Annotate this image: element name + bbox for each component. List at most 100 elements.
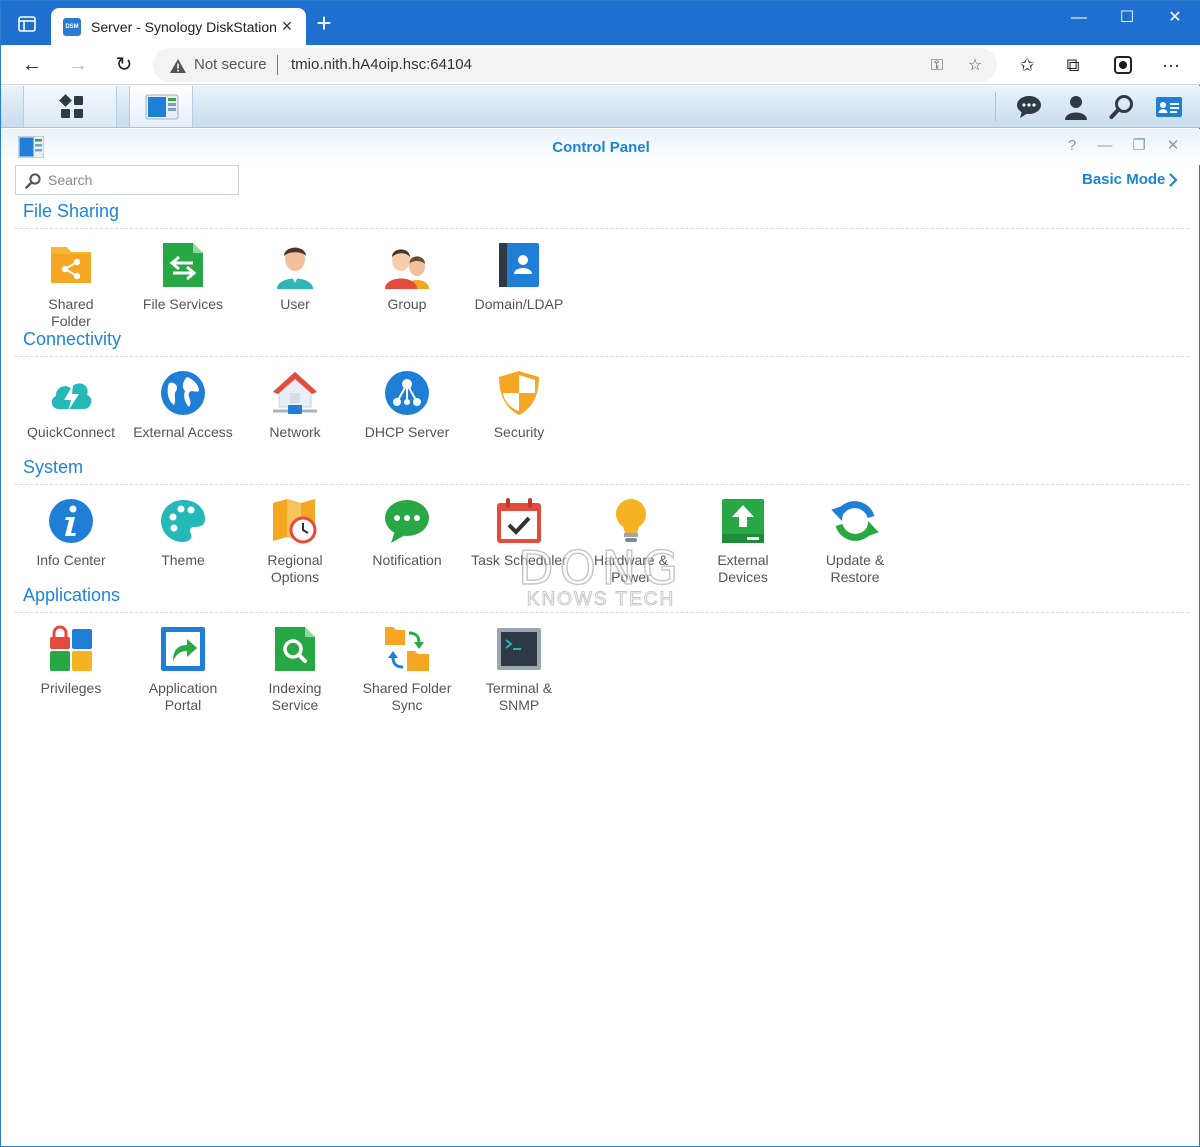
url-text[interactable]: tmio.nith.hA4oip.hsc:64104	[291, 56, 472, 73]
item-label: Domain/LDAP	[474, 296, 564, 312]
tab-title: Server - Synology DiskStation	[91, 18, 277, 35]
back-arrow-icon[interactable]: ←	[19, 53, 45, 77]
item-label: Group	[387, 296, 427, 312]
chat-notification-icon[interactable]	[1016, 94, 1042, 120]
item-terminal-snmp[interactable]: Terminal & SNMP	[463, 613, 575, 713]
item-external-devices[interactable]: External Devices	[687, 485, 799, 585]
quickconnect-icon	[51, 383, 92, 411]
item-update-restore[interactable]: Update & Restore	[799, 485, 911, 585]
watermark-line1: DONG	[517, 540, 684, 596]
control-panel-taskbar-icon	[145, 94, 179, 120]
item-security[interactable]: Security	[463, 357, 575, 455]
more-menu-icon[interactable]: ···	[1159, 53, 1183, 77]
item-label: Application Portal	[148, 680, 218, 713]
main-menu-button[interactable]	[23, 86, 117, 127]
forward-arrow-icon[interactable]: →	[65, 53, 91, 77]
collections-icon[interactable]: ⧉	[1061, 53, 1085, 77]
item-label: Privileges	[40, 680, 102, 696]
new-tab-icon[interactable]: +	[313, 10, 335, 36]
dsm-taskbar	[1, 86, 1200, 128]
widgets-card-icon[interactable]	[1155, 94, 1183, 120]
privileges-icon	[50, 625, 92, 671]
search-field[interactable]	[15, 165, 239, 195]
item-label: QuickConnect	[27, 424, 115, 440]
tab-close-icon[interactable]: ×	[278, 17, 296, 35]
user-account-icon[interactable]	[1063, 94, 1089, 120]
item-label: External Access	[133, 424, 233, 440]
file-services-icon	[163, 243, 203, 287]
browser-address-bar: ← → ↻ Not secure tmio.nith.hA4oip.hsc:64…	[1, 45, 1200, 85]
item-label: Update & Restore	[825, 552, 885, 585]
update-restore-icon	[831, 501, 879, 541]
item-theme[interactable]: Theme	[127, 485, 239, 583]
item-shared-folder[interactable]: Shared Folder	[15, 229, 127, 329]
item-shared-folder-sync[interactable]: Shared Folder Sync	[351, 613, 463, 713]
item-label: User	[280, 296, 310, 312]
item-label: Shared Folder	[48, 296, 94, 329]
item-label: Indexing Service	[268, 680, 322, 713]
browser-tab-bar: DSM Server - Synology DiskStation × + — …	[1, 1, 1200, 45]
item-quickconnect[interactable]: QuickConnect	[15, 357, 127, 455]
omnibox-divider	[277, 55, 278, 75]
section-title: Applications	[23, 585, 121, 605]
search-input[interactable]	[48, 169, 233, 191]
item-file-services[interactable]: File Services	[127, 229, 239, 327]
info-center-icon	[49, 499, 93, 543]
basic-mode-link[interactable]: Basic Mode	[1082, 171, 1165, 188]
regional-options-icon	[273, 499, 317, 544]
item-notification[interactable]: Notification	[351, 485, 463, 583]
section-title: File Sharing	[23, 201, 120, 221]
window-title: Control Panel	[552, 139, 650, 156]
item-privileges[interactable]: Privileges	[15, 613, 127, 711]
security-status[interactable]: Not secure	[194, 56, 267, 73]
application-portal-icon	[161, 627, 205, 671]
security-shield-icon	[499, 371, 539, 415]
item-group[interactable]: Group	[351, 229, 463, 327]
key-icon[interactable]: ⚿	[927, 56, 947, 76]
minimize-icon[interactable]: —	[1059, 7, 1099, 29]
dsm-favicon-icon: DSM	[63, 17, 81, 36]
taskbar-divider	[995, 92, 996, 122]
item-label: Regional Options	[267, 552, 323, 585]
warning-triangle-icon	[170, 59, 186, 73]
item-network[interactable]: Network	[239, 357, 351, 455]
control-panel-titlebar: Control Panel ? — ❐ ✕	[2, 129, 1200, 165]
tab-actions-icon[interactable]	[15, 13, 39, 35]
item-regional-options[interactable]: Regional Options	[239, 485, 351, 585]
item-label: Network	[269, 424, 321, 440]
section-title: Connectivity	[23, 329, 122, 349]
taskbar-control-panel-button[interactable]	[129, 86, 193, 127]
maximize-icon[interactable]: ☐	[1107, 7, 1147, 29]
item-label: Security	[493, 424, 545, 440]
dhcp-server-icon	[385, 371, 429, 415]
watermark-logo: DONG KNOWS TECH	[506, 540, 696, 613]
window-restore-icon[interactable]: ❐	[1130, 137, 1148, 155]
chevron-right-icon[interactable]	[1167, 171, 1179, 189]
browser-tab[interactable]: DSM Server - Synology DiskStation ×	[51, 8, 306, 45]
item-dhcp-server[interactable]: DHCP Server	[351, 357, 463, 455]
window-minimize-icon[interactable]: —	[1096, 137, 1114, 155]
item-indexing-service[interactable]: Indexing Service	[239, 613, 351, 713]
item-label: Theme	[161, 552, 205, 568]
search-icon	[25, 173, 41, 189]
omnibox[interactable]: Not secure tmio.nith.hA4oip.hsc:64104 ⚿ …	[153, 48, 997, 82]
window-close-icon[interactable]: ✕	[1155, 7, 1195, 29]
item-label: Notification	[372, 552, 442, 568]
item-external-access[interactable]: External Access	[127, 357, 239, 455]
favorites-icon[interactable]: ✩	[1015, 53, 1039, 77]
item-user[interactable]: User	[239, 229, 351, 327]
item-info-center[interactable]: Info Center	[15, 485, 127, 583]
window-close-icon[interactable]: ✕	[1164, 137, 1182, 155]
network-icon	[272, 371, 318, 414]
search-magnifier-icon[interactable]	[1109, 94, 1135, 120]
shared-folder-sync-icon	[385, 627, 429, 671]
item-application-portal[interactable]: Application Portal	[127, 613, 239, 713]
reload-icon[interactable]: ↻	[111, 53, 137, 77]
domain-ldap-icon	[499, 243, 539, 287]
user-icon	[277, 247, 313, 289]
help-icon[interactable]: ?	[1063, 137, 1081, 155]
terminal-snmp-icon	[497, 628, 541, 670]
extension-icon[interactable]	[1111, 53, 1135, 77]
add-favorite-star-icon[interactable]: ☆	[965, 56, 985, 76]
item-domain-ldap[interactable]: Domain/LDAP	[463, 229, 575, 327]
